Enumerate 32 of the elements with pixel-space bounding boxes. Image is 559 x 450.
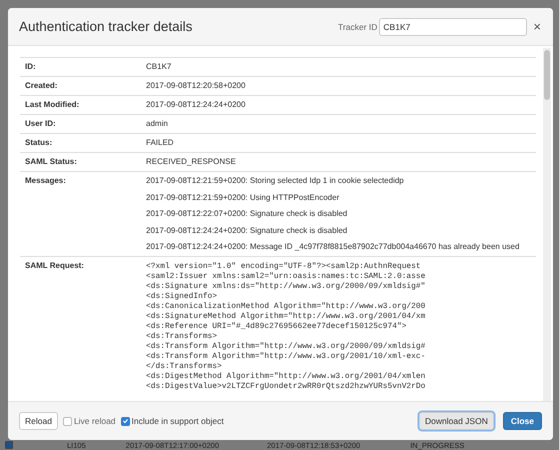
log-message: 2017-09-08T12:24:24+0200: Signature check is disabled — [146, 226, 348, 236]
field-label: ID: — [25, 62, 37, 72]
close-button[interactable]: × — [533, 19, 541, 34]
checkbox-label: Live reload — [74, 416, 116, 426]
field-label: SAML Request: — [25, 261, 85, 272]
field-value: admin — [146, 119, 168, 129]
field-value: RECEIVED_RESPONSE — [146, 157, 236, 167]
field-label: SAML Status: — [25, 157, 78, 167]
field-label: User ID: — [25, 119, 57, 129]
log-message: 2017-09-08T12:24:24+0200: Message ID _4c97f78f8815e87902c77db004a46670 has already been used — [146, 242, 520, 252]
checkbox[interactable] — [5, 441, 13, 449]
field-value: FAILED — [146, 138, 174, 148]
field-label: Messages: — [25, 176, 67, 187]
dialog-title: Authentication tracker details — [19, 19, 194, 34]
checkbox-label: Include in support object — [132, 416, 224, 426]
field-value: 2017-09-08T12:24:24+0200 — [146, 100, 246, 110]
field-label: Last Modified: — [25, 100, 80, 110]
tracker-id-field[interactable]: CB1K7 — [379, 18, 528, 36]
field-label: Status: — [25, 138, 54, 148]
checkbox[interactable] — [62, 416, 72, 426]
log-message: 2017-09-08T12:21:59+0200: Storing selected Idp 1 in cookie selectedidp — [146, 176, 405, 186]
log-message: 2017-09-08T12:21:59+0200: Using HTTPPostEncoder — [146, 192, 340, 202]
download-button[interactable]: Download JSON — [419, 412, 494, 430]
scrollbar[interactable] — [543, 48, 551, 401]
field-label: Created: — [25, 81, 58, 91]
tracker-id-label: Tracker ID — [338, 22, 378, 32]
checkbox[interactable] — [120, 416, 130, 426]
close-dialog-button[interactable]: Close — [502, 412, 542, 430]
field-value: CB1K7 — [146, 62, 172, 72]
reload-button[interactable]: Reload — [19, 412, 58, 430]
field-value: 2017-09-08T12:20:58+0200 — [146, 81, 246, 91]
log-message: 2017-09-08T12:22:07+0200: Signature check is disabled — [146, 209, 348, 219]
